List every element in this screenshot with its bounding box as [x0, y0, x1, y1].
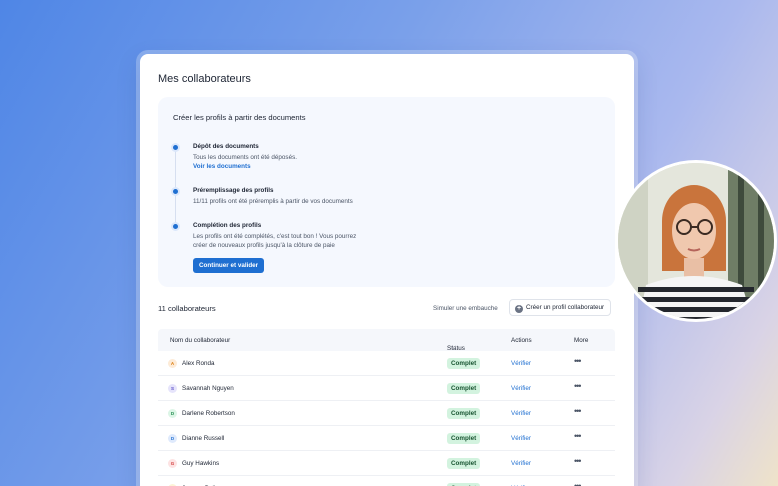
- header-actions: Actions: [511, 337, 532, 344]
- verify-link[interactable]: Vérifier: [511, 435, 531, 442]
- more-options-icon[interactable]: •••: [574, 431, 582, 441]
- avatar: D: [168, 434, 177, 443]
- more-options-icon[interactable]: •••: [574, 381, 582, 391]
- plus-circle-icon: +: [515, 305, 523, 313]
- status-badge: Complet: [447, 408, 481, 419]
- step-title: Complétion des profils: [193, 222, 262, 229]
- step-description: Les profils ont été complétés, c'est tou…: [193, 232, 357, 240]
- table-row[interactable]: D Darlene Robertson Complet Vérifier •••: [158, 401, 615, 426]
- view-documents-link[interactable]: Voir les documents: [193, 162, 297, 172]
- collaborator-name[interactable]: Darlene Robertson: [182, 410, 235, 417]
- table-row[interactable]: A Alex Ronda Complet Vérifier •••: [158, 351, 615, 376]
- create-profile-button[interactable]: + Créer un profil collaborateur: [509, 299, 612, 316]
- step-title: Dépôt des documents: [193, 143, 259, 150]
- more-options-icon[interactable]: •••: [574, 406, 582, 416]
- verify-link[interactable]: Vérifier: [511, 460, 531, 467]
- verify-link[interactable]: Vérifier: [511, 360, 531, 367]
- collaborator-name[interactable]: Dianne Russell: [182, 435, 224, 442]
- more-options-icon[interactable]: •••: [574, 356, 582, 366]
- table-row[interactable]: G Guy Hawkins Complet Vérifier •••: [158, 451, 615, 476]
- avatar: S: [168, 384, 177, 393]
- create-profile-label: Créer un profil collaborateur: [526, 304, 605, 311]
- step-prefill: Préremplissage des profils 11/11 profils…: [193, 186, 353, 206]
- table-header: Nom du collaborateur Status ↑↓ Actions Mo…: [158, 329, 615, 352]
- status-badge: Complet: [447, 458, 481, 469]
- header-more: More: [574, 337, 589, 344]
- step-dot-icon: [173, 224, 178, 229]
- step-dot-icon: [173, 145, 178, 150]
- profile-photo: [615, 160, 777, 322]
- more-options-icon[interactable]: •••: [574, 456, 582, 466]
- step-description: Tous les documents ont été déposés.: [193, 153, 297, 161]
- collaborator-name[interactable]: Alex Ronda: [182, 360, 215, 367]
- verify-link[interactable]: Vérifier: [511, 410, 531, 417]
- timeline-line: [175, 147, 176, 229]
- avatar: A: [168, 359, 177, 368]
- onboarding-card: Créer les profils à partir des documents…: [158, 97, 615, 287]
- person-photo-illustration: [618, 163, 774, 319]
- step-documents: Dépôt des documents Tous les documents o…: [193, 142, 297, 172]
- collaborator-name[interactable]: Savannah Nguyen: [182, 385, 234, 392]
- step-completion: Complétion des profils Les profils ont é…: [193, 221, 356, 251]
- table-row[interactable]: D Dianne Russell Complet Vérifier •••: [158, 426, 615, 451]
- step-description: créer de nouveaux profils jusqu'à la clô…: [193, 242, 335, 249]
- status-badge: Complet: [447, 358, 481, 369]
- more-options-icon[interactable]: •••: [574, 481, 582, 486]
- table-row[interactable]: JJerome BellCompletVérifier•••: [158, 476, 615, 486]
- step-dot-icon: [173, 189, 178, 194]
- onboarding-title: Créer les profils à partir des documents: [173, 113, 306, 122]
- table-row[interactable]: S Savannah Nguyen Complet Vérifier •••: [158, 376, 615, 401]
- verify-link[interactable]: Vérifier: [511, 385, 531, 392]
- status-badge: Complet: [447, 383, 481, 394]
- continue-validate-button[interactable]: Continuer et valider: [193, 258, 265, 273]
- collaborators-panel: Mes collaborateurs Créer les profils à p…: [140, 54, 634, 486]
- step-title: Préremplissage des profils: [193, 187, 274, 194]
- avatar: G: [168, 459, 177, 468]
- avatar: D: [168, 409, 177, 418]
- simulate-hire-button[interactable]: Simuler une embauche: [433, 305, 498, 312]
- step-description: 11/11 profils ont été préremplis à parti…: [193, 197, 353, 205]
- header-name: Nom du collaborateur: [170, 337, 231, 344]
- collaborator-name[interactable]: Guy Hawkins: [182, 460, 219, 467]
- collaborator-count: 11 collaborateurs: [158, 304, 216, 313]
- page-title: Mes collaborateurs: [158, 73, 251, 85]
- status-badge: Complet: [447, 433, 481, 444]
